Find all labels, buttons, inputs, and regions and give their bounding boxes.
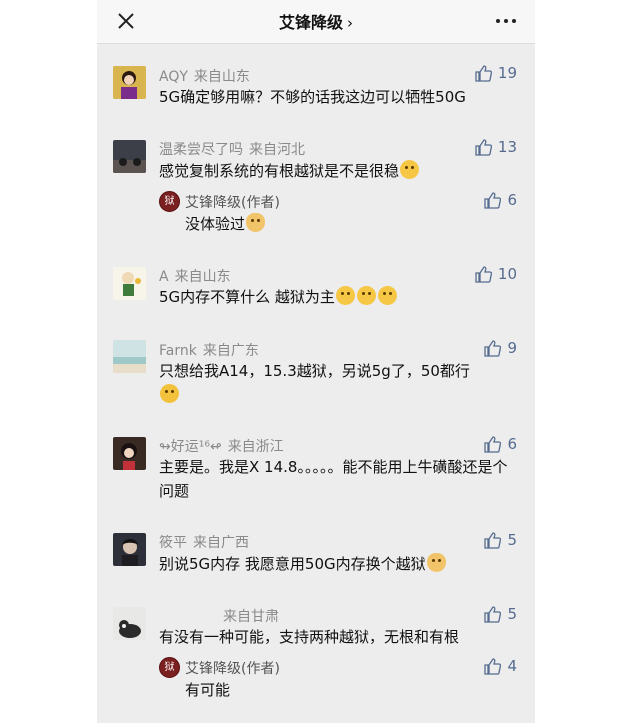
- comment-text-content: 有没有一种可能，支持两种越狱，无根和有根: [159, 628, 460, 646]
- like-count: 5: [507, 531, 517, 549]
- thumbs-up-icon: [484, 605, 502, 623]
- like-button[interactable]: 10: [475, 265, 517, 283]
- chevron-right-icon: ›: [347, 14, 353, 32]
- like-count: 10: [497, 265, 517, 283]
- username[interactable]: ↬好运¹⁶↫: [159, 439, 222, 455]
- reply-username[interactable]: 艾锋降级(作者): [185, 661, 280, 677]
- thumbs-up-icon: [475, 265, 492, 283]
- comment-text: 别说5G内存 我愿意用50G内存换个越狱: [159, 552, 519, 576]
- reply-meta: 艾锋降级(作者): [185, 658, 280, 678]
- comment-text: 主要是。我是X 14.8。。。。。能不能用上牛磺酸还是个问题: [159, 455, 519, 503]
- location: 来自山东: [193, 69, 250, 85]
- avatar[interactable]: [113, 66, 146, 99]
- location: 来自广西: [193, 535, 249, 551]
- location: 来自广东: [202, 343, 259, 359]
- comment-text-content: 别说5G内存 我愿意用50G内存换个越狱: [159, 555, 426, 573]
- comment-meta: AQY 来自山东: [159, 66, 250, 86]
- dizzy-emoji-icon: [356, 286, 376, 305]
- reply-text: 没体验过: [185, 212, 266, 236]
- page-title[interactable]: 艾锋降级 ›: [97, 9, 535, 33]
- avatar[interactable]: [113, 437, 146, 470]
- like-count: 6: [507, 191, 517, 209]
- comment-text-content: 主要是。我是X 14.8。。。。。能不能用上牛磺酸还是个问题: [159, 458, 508, 500]
- page-title-text: 艾锋降级: [278, 13, 343, 32]
- reply-meta: 艾锋降级(作者): [185, 192, 280, 212]
- comment-text: 只想给我A14，15.3越狱，另说5g了，50都行: [159, 359, 519, 407]
- like-button[interactable]: 19: [475, 64, 517, 82]
- location: 来自河北: [249, 142, 305, 158]
- like-button[interactable]: 5: [484, 605, 517, 623]
- username[interactable]: 筱平: [159, 535, 187, 551]
- location: 来自山东: [174, 269, 231, 285]
- like-count: 19: [497, 64, 517, 82]
- like-count: 5: [507, 605, 517, 623]
- avatar[interactable]: [113, 533, 146, 566]
- thumbs-up-icon: [484, 339, 502, 357]
- comment-meta: ↬好运¹⁶↫ 来自浙江: [159, 436, 284, 456]
- like-button[interactable]: 5: [484, 531, 517, 549]
- cat-emoji-icon: [426, 553, 446, 572]
- reply-text: 有可能: [185, 678, 230, 702]
- thumbs-up-icon: [484, 531, 502, 549]
- comment-text: 感觉复制系统的有根越狱是不是很稳: [159, 159, 519, 183]
- grin-emoji-icon: [400, 160, 420, 179]
- like-count: 6: [507, 435, 517, 453]
- comment-text-content: 只想给我A14，15.3越狱，另说5g了，50都行: [159, 362, 470, 380]
- comment-meta: 温柔尝尽了吗 来自河北: [159, 139, 305, 159]
- comment-text-content: 5G内存不算什么 越狱为主: [159, 288, 335, 306]
- reply-username[interactable]: 艾锋降级(作者): [185, 195, 280, 211]
- like-button[interactable]: 6: [484, 435, 517, 453]
- username[interactable]: A: [159, 269, 169, 285]
- comment-text: 5G内存不算什么 越狱为主: [159, 285, 519, 309]
- thumbs-up-icon: [484, 191, 502, 209]
- reply-text-content: 有可能: [185, 681, 231, 699]
- thumbs-up-icon: [484, 657, 502, 675]
- comment-meta: A 来自山东: [159, 266, 231, 286]
- crying-emoji-icon: [160, 384, 179, 403]
- comment-text-content: 5G确定够用嘛？不够的话我这边可以牺牲50G: [159, 88, 466, 106]
- avatar[interactable]: [113, 340, 146, 373]
- dizzy-emoji-icon: [377, 286, 397, 305]
- reply-like-button[interactable]: 6: [484, 191, 517, 209]
- like-count: 9: [507, 339, 517, 357]
- phone-screen: 艾锋降级 › AQY 来自山东 19 5G确定够用嘛？不够的话我这边可以牺牲50G: [97, 0, 535, 723]
- cat-emoji-icon: [246, 213, 266, 232]
- more-icon: [496, 19, 516, 23]
- top-bar: 艾锋降级 ›: [97, 0, 535, 44]
- comment-meta: Farnk 来自广东: [159, 340, 259, 360]
- author-badge: 狱: [164, 662, 175, 673]
- like-count: 4: [507, 657, 517, 675]
- more-button[interactable]: [495, 12, 517, 30]
- username[interactable]: Farnk: [159, 343, 197, 359]
- comment-text: 5G确定够用嘛？不够的话我这边可以牺牲50G: [159, 85, 519, 109]
- username[interactable]: 温柔尝尽了吗: [159, 142, 243, 158]
- thumbs-up-icon: [475, 138, 492, 156]
- username[interactable]: AQY: [159, 69, 188, 85]
- comment-meta: 筱平 来自广西: [159, 532, 249, 552]
- thumbs-up-icon: [475, 64, 492, 82]
- location: 来自浙江: [227, 439, 284, 455]
- location: 来自甘肃: [223, 609, 279, 625]
- reply-text-content: 没体验过: [185, 215, 246, 233]
- dizzy-emoji-icon: [335, 286, 355, 305]
- like-button[interactable]: 9: [484, 339, 517, 357]
- thumbs-up-icon: [484, 435, 502, 453]
- reply-like-button[interactable]: 4: [484, 657, 517, 675]
- avatar[interactable]: [113, 607, 146, 640]
- comment-text-content: 感觉复制系统的有根越狱是不是很稳: [159, 162, 400, 180]
- like-button[interactable]: 13: [475, 138, 517, 156]
- avatar[interactable]: [113, 140, 146, 173]
- avatar[interactable]: [113, 267, 146, 300]
- comment-text: 有没有一种可能，支持两种越狱，无根和有根: [159, 625, 519, 649]
- author-avatar[interactable]: 狱: [159, 191, 180, 212]
- author-avatar[interactable]: 狱: [159, 657, 180, 678]
- comment-meta: 来自甘肃: [159, 606, 279, 626]
- author-badge: 狱: [164, 196, 175, 207]
- like-count: 13: [497, 138, 517, 156]
